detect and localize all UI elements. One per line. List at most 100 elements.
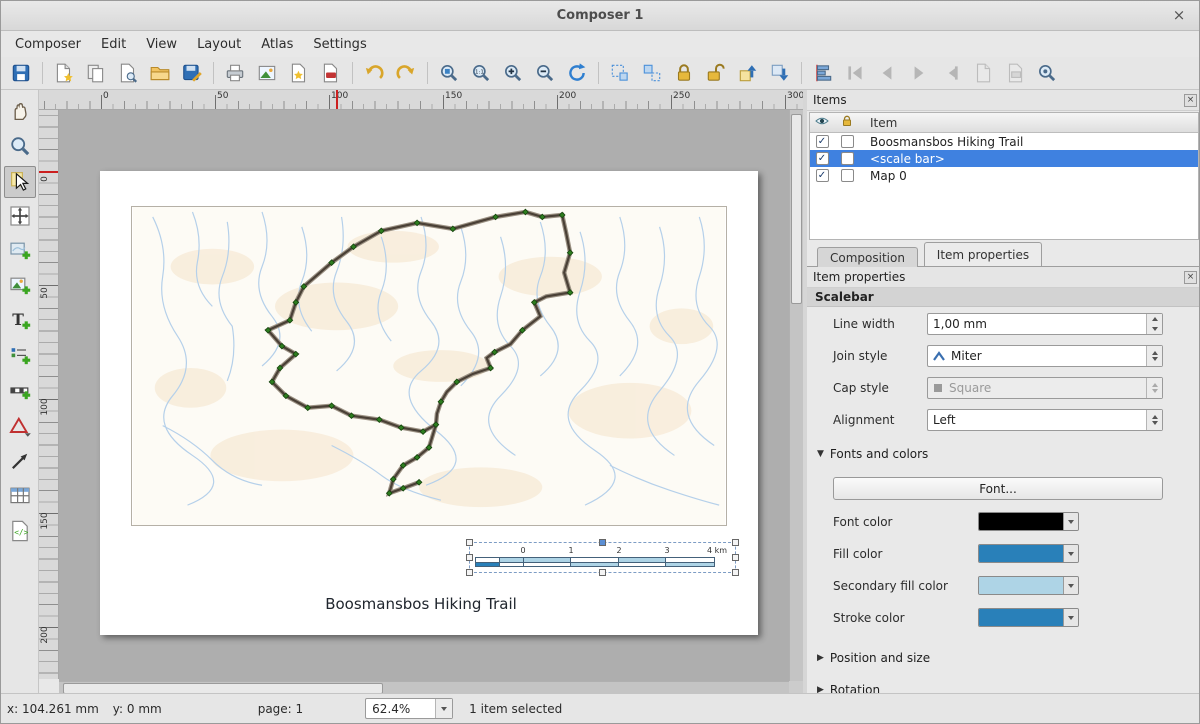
refresh-button[interactable] xyxy=(562,59,592,87)
ungroup-items-button[interactable] xyxy=(637,59,667,87)
cap-style-combo[interactable]: Square xyxy=(927,377,1163,399)
zoom-full-button[interactable] xyxy=(434,59,464,87)
save-project-button[interactable] xyxy=(6,59,36,87)
export-pdf-button[interactable] xyxy=(316,59,346,87)
stroke-color-button[interactable] xyxy=(978,608,1079,627)
resize-handle-nw[interactable] xyxy=(466,539,473,546)
menu-edit[interactable]: Edit xyxy=(91,33,136,56)
export-image-button[interactable] xyxy=(252,59,282,87)
spin-down-icon[interactable] xyxy=(1147,324,1162,334)
menu-settings[interactable]: Settings xyxy=(303,33,376,56)
combo-arrows[interactable] xyxy=(1146,410,1162,430)
rotation-section[interactable]: ▶ Rotation xyxy=(817,683,880,693)
add-legend-button[interactable] xyxy=(4,341,36,373)
lower-items-button[interactable] xyxy=(765,59,795,87)
menu-composer[interactable]: Composer xyxy=(5,33,91,56)
align-items-button[interactable] xyxy=(808,59,838,87)
print-button[interactable] xyxy=(220,59,250,87)
composer-manager-button[interactable] xyxy=(113,59,143,87)
add-image-button[interactable] xyxy=(4,271,36,303)
pan-tool-button[interactable] xyxy=(4,96,36,128)
resize-handle-s[interactable] xyxy=(599,569,606,576)
zoom-in-button[interactable] xyxy=(498,59,528,87)
tab-composition[interactable]: Composition xyxy=(817,247,918,269)
items-dock-close-button[interactable]: × xyxy=(1184,94,1197,107)
item-row-scalebar[interactable]: ✓ <scale bar> xyxy=(810,150,1198,167)
window-close-button[interactable]: × xyxy=(1169,5,1189,25)
atlas-export-button[interactable] xyxy=(1000,59,1030,87)
resize-handle-n[interactable] xyxy=(599,539,606,546)
lock-items-button[interactable] xyxy=(669,59,699,87)
spin-up-icon[interactable] xyxy=(1147,314,1162,324)
atlas-last-button[interactable] xyxy=(936,59,966,87)
visibility-checkbox[interactable]: ✓ xyxy=(816,152,829,165)
line-width-spinbox[interactable]: 1,00 mm xyxy=(927,313,1163,335)
group-items-button[interactable] xyxy=(605,59,635,87)
duplicate-composer-button[interactable] xyxy=(81,59,111,87)
item-row-hiking-trail-label[interactable]: ✓ Boosmansbos Hiking Trail xyxy=(810,133,1198,150)
resize-handle-sw[interactable] xyxy=(466,569,473,576)
join-style-combo[interactable]: Miter xyxy=(927,345,1163,367)
resize-handle-se[interactable] xyxy=(732,569,739,576)
add-arrow-button[interactable] xyxy=(4,446,36,478)
unlock-items-button[interactable] xyxy=(701,59,731,87)
atlas-first-button[interactable] xyxy=(840,59,870,87)
export-svg-button[interactable] xyxy=(284,59,314,87)
item-row-label[interactable]: <scale bar> xyxy=(860,152,1198,166)
color-dropdown-arrow[interactable] xyxy=(1063,577,1078,594)
undo-button[interactable] xyxy=(359,59,389,87)
lock-checkbox[interactable] xyxy=(841,152,854,165)
color-dropdown-arrow[interactable] xyxy=(1063,609,1078,626)
add-html-frame-button[interactable]: </> xyxy=(4,516,36,548)
zoom-dropdown-arrow[interactable] xyxy=(435,699,452,718)
add-scalebar-button[interactable] xyxy=(4,376,36,408)
lock-checkbox[interactable] xyxy=(841,169,854,182)
position-and-size-section[interactable]: ▶ Position and size xyxy=(817,651,930,665)
fonts-and-colors-section[interactable]: ▼ Fonts and colors xyxy=(817,447,928,461)
composition-page[interactable]: 0 1 2 3 4 km xyxy=(100,171,758,635)
atlas-prev-button[interactable] xyxy=(872,59,902,87)
menu-view[interactable]: View xyxy=(136,33,187,56)
scrollbar-thumb[interactable] xyxy=(791,114,802,304)
item-row-map0[interactable]: ✓ Map 0 xyxy=(810,167,1198,184)
add-map-button[interactable] xyxy=(4,236,36,268)
lock-checkbox[interactable] xyxy=(841,135,854,148)
composition-canvas[interactable]: 0 1 2 3 4 km xyxy=(59,110,789,681)
zoom-out-button[interactable] xyxy=(530,59,560,87)
visibility-checkbox[interactable]: ✓ xyxy=(816,135,829,148)
map-title-label-item[interactable]: Boosmansbos Hiking Trail xyxy=(325,595,517,613)
combo-arrows[interactable] xyxy=(1146,346,1162,366)
menu-layout[interactable]: Layout xyxy=(187,33,251,56)
color-dropdown-arrow[interactable] xyxy=(1063,545,1078,562)
font-color-swatch[interactable] xyxy=(979,513,1063,530)
zoom-combo[interactable]: 62.4% xyxy=(365,698,453,719)
load-template-button[interactable] xyxy=(145,59,175,87)
fill-color-swatch[interactable] xyxy=(979,545,1063,562)
resize-handle-w[interactable] xyxy=(466,554,473,561)
zoom-actual-button[interactable]: 1:1 xyxy=(466,59,496,87)
font-color-button[interactable] xyxy=(978,512,1079,531)
scalebar-item-selected[interactable]: 0 1 2 3 4 km xyxy=(469,542,736,573)
spin-buttons[interactable] xyxy=(1146,314,1162,334)
secondary-fill-color-button[interactable] xyxy=(978,576,1079,595)
font-button[interactable]: Font... xyxy=(833,477,1163,500)
alignment-combo[interactable]: Left xyxy=(927,409,1163,431)
select-item-tool-button[interactable] xyxy=(4,166,36,198)
add-shape-button[interactable] xyxy=(4,411,36,443)
add-label-button[interactable]: T xyxy=(4,306,36,338)
move-content-tool-button[interactable] xyxy=(4,201,36,233)
atlas-print-button[interactable] xyxy=(968,59,998,87)
item-row-label[interactable]: Boosmansbos Hiking Trail xyxy=(860,135,1198,149)
atlas-settings-button[interactable] xyxy=(1032,59,1062,87)
resize-handle-e[interactable] xyxy=(732,554,739,561)
stroke-color-swatch[interactable] xyxy=(979,609,1063,626)
visibility-checkbox[interactable]: ✓ xyxy=(816,169,829,182)
tab-item-properties[interactable]: Item properties xyxy=(924,242,1042,266)
menu-atlas[interactable]: Atlas xyxy=(251,33,303,56)
zoom-tool-button[interactable] xyxy=(4,131,36,163)
color-dropdown-arrow[interactable] xyxy=(1063,513,1078,530)
map-item[interactable] xyxy=(131,206,727,526)
canvas-vertical-scrollbar[interactable] xyxy=(789,110,803,681)
add-attribute-table-button[interactable] xyxy=(4,481,36,513)
fill-color-button[interactable] xyxy=(978,544,1079,563)
